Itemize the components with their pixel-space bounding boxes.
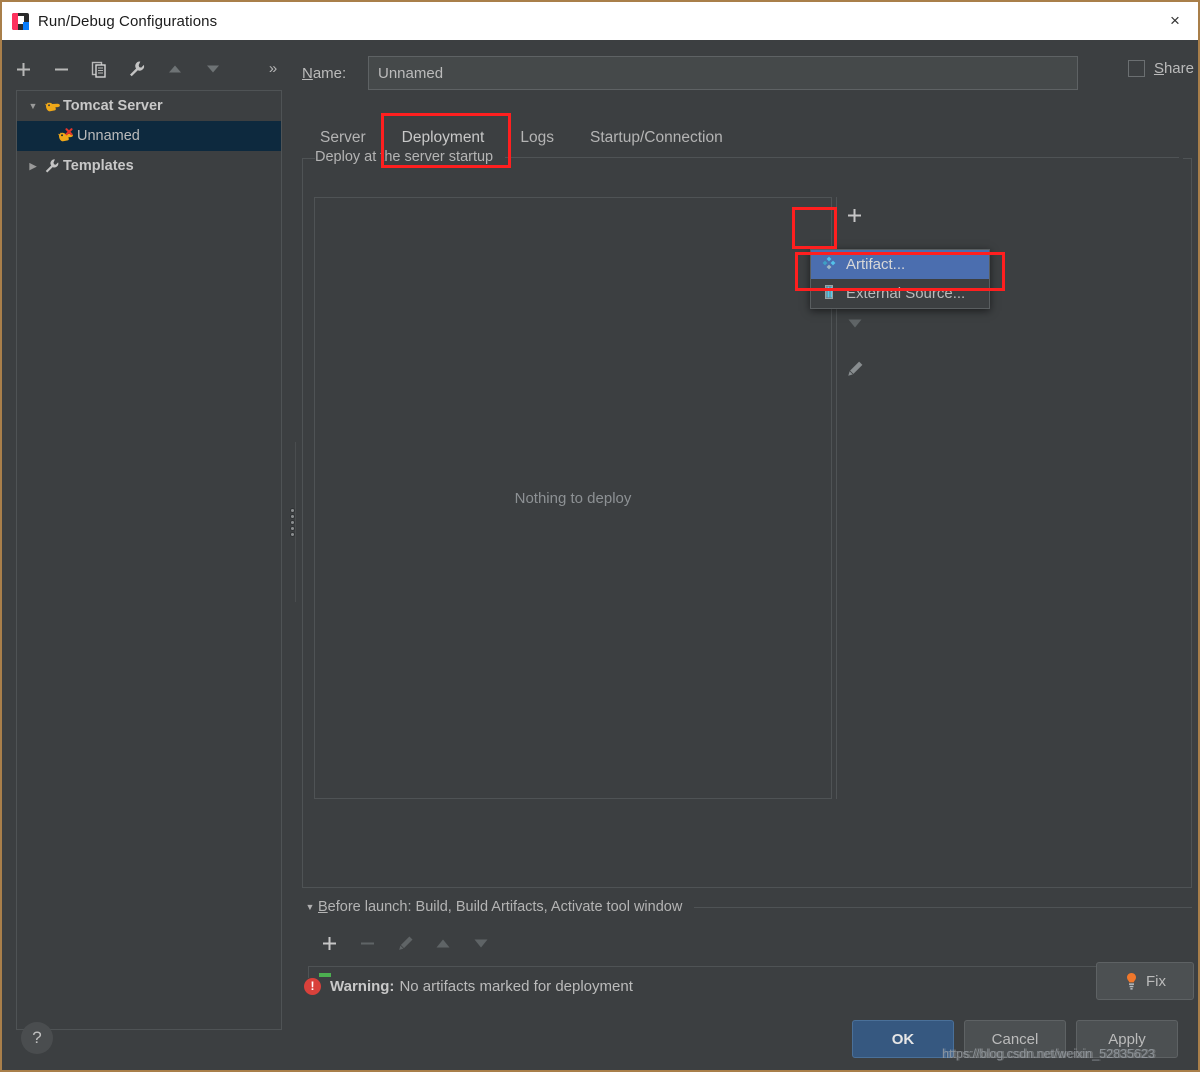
wrench-icon[interactable] (118, 52, 156, 86)
add-deployment-menu: Artifact... External Source... (810, 249, 990, 309)
name-label-rest: ame: (312, 64, 347, 82)
configurations-tree: ▼ Tomcat Server Unnamed ▶ Templates (16, 90, 282, 1030)
toolbar-overflow-icon[interactable]: » (260, 54, 286, 82)
tree-item-unnamed[interactable]: Unnamed (17, 121, 281, 151)
before-launch-title: Before launch: Build, Build Artifacts, A… (318, 899, 694, 915)
edit-before-launch-task-button[interactable] (386, 926, 424, 960)
close-icon[interactable]: × (1152, 2, 1198, 40)
before-launch-move-up-button[interactable] (424, 926, 462, 960)
before-launch-header[interactable]: ▼ Before launch: Build, Build Artifacts,… (302, 896, 1192, 918)
name-label: Name: (302, 65, 368, 82)
tree-item-label: Unnamed (77, 128, 140, 144)
move-artifact-down-button[interactable] (837, 305, 873, 341)
deployment-panel: Deploy at the server startup Nothing to … (302, 149, 1192, 888)
before-launch-mnemonic: B (318, 899, 328, 915)
warning-prefix: Warning: (330, 977, 395, 995)
intellij-idea-icon (12, 12, 29, 30)
tomcat-icon (41, 99, 63, 114)
share-label-rest: hare (1163, 60, 1194, 77)
window-title: Run/Debug Configurations (38, 12, 218, 30)
fix-button-label: Fix (1146, 972, 1166, 990)
menu-item-artifact[interactable]: Artifact... (811, 250, 989, 279)
remove-configuration-button[interactable] (42, 52, 80, 86)
tomcat-error-icon (55, 128, 77, 144)
blog-watermark: https://blog.csdn.net/weixin_52835623 (942, 1047, 1155, 1061)
tree-item-label: Tomcat Server (63, 98, 163, 114)
collapse-triangle-icon[interactable]: ▼ (302, 902, 318, 912)
share-checkbox[interactable] (1127, 60, 1145, 77)
deploy-group-header: Deploy at the server startup (315, 149, 1183, 165)
add-deployment-button[interactable] (837, 197, 873, 233)
edit-artifact-button[interactable] (837, 351, 873, 387)
pane-splitter-handle[interactable] (288, 492, 296, 552)
share-label: Share (1154, 60, 1194, 77)
title-bar: Run/Debug Configurations × (2, 2, 1198, 40)
copy-configuration-button[interactable] (80, 52, 118, 86)
share-label-mnemonic: S (1153, 60, 1164, 77)
menu-item-external-source[interactable]: External Source... (811, 279, 989, 308)
name-row: Name: (302, 56, 1192, 90)
move-up-button[interactable] (156, 52, 194, 86)
warning-bulb-icon (1127, 973, 1136, 990)
remove-before-launch-task-button[interactable] (348, 926, 386, 960)
deploy-group-label: Deploy at the server startup (315, 149, 506, 165)
expander-icon[interactable]: ▶ (25, 161, 41, 172)
group-separator-line (505, 156, 1179, 158)
menu-item-label: Artifact... (846, 256, 906, 273)
artifact-diamond-icon (821, 255, 837, 275)
external-source-icon (821, 284, 837, 304)
menu-item-label: External Source... (846, 285, 966, 302)
configurations-sidebar: » ▼ Tomcat Server Unnamed ▶ Templates (4, 40, 292, 1070)
name-label-mnemonic: N (302, 64, 313, 82)
tree-item-tomcat-server[interactable]: ▼ Tomcat Server (17, 91, 281, 121)
tree-item-templates[interactable]: ▶ Templates (17, 151, 281, 181)
before-launch-toolbar (302, 924, 1192, 962)
error-circle-icon: ! (304, 977, 321, 995)
configuration-editor-pane: Name: Share Server Deployment Logs Start… (298, 40, 1198, 1070)
name-input[interactable] (368, 56, 1078, 90)
share-checkbox-row[interactable]: Share (1127, 60, 1194, 77)
add-before-launch-task-button[interactable] (310, 926, 348, 960)
before-launch-separator (694, 906, 1192, 908)
warning-bar: ! Warning: No artifacts marked for deplo… (298, 958, 1198, 1014)
empty-list-message: Nothing to deploy (514, 489, 632, 507)
help-button[interactable]: ? (21, 1022, 53, 1054)
warning-message: No artifacts marked for deployment (399, 977, 633, 995)
move-down-button[interactable] (194, 52, 232, 86)
ok-button[interactable]: OK (852, 1020, 954, 1058)
run-debug-configurations-dialog: Run/Debug Configurations × » ▼ Tomcat Se… (0, 0, 1200, 1072)
add-configuration-button[interactable] (4, 52, 42, 86)
wrench-icon (41, 158, 63, 174)
tree-item-label: Templates (63, 158, 134, 174)
before-launch-title-rest: efore launch: Build, Build Artifacts, Ac… (327, 899, 683, 915)
sidebar-toolbar: » (4, 50, 292, 88)
expander-icon[interactable]: ▼ (25, 101, 41, 111)
before-launch-move-down-button[interactable] (462, 926, 500, 960)
fix-button[interactable]: Fix (1096, 962, 1194, 1000)
deployment-list[interactable]: Nothing to deploy (314, 197, 832, 799)
